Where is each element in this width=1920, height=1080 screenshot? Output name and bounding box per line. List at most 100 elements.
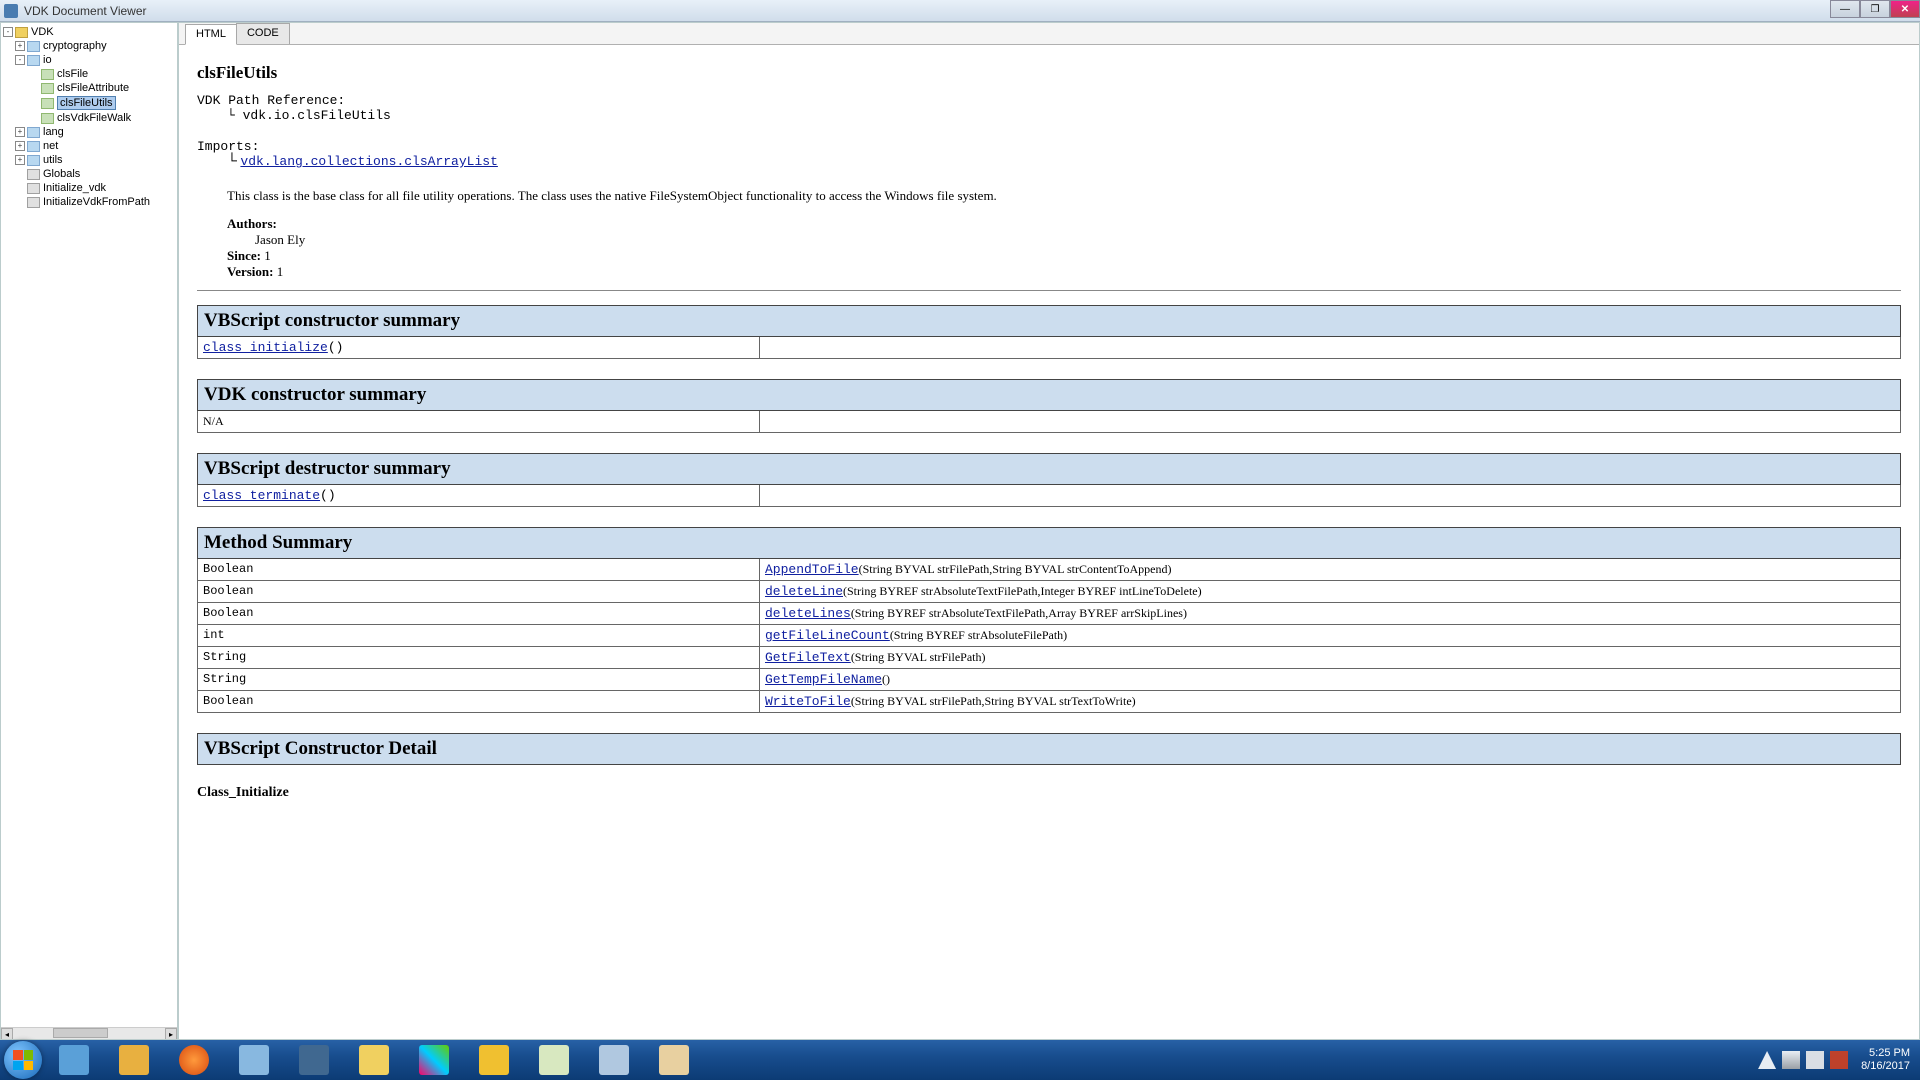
tree-node-root[interactable]: - VDK <box>1 25 177 39</box>
gear-icon <box>599 1045 629 1075</box>
table-title: VBScript destructor summary <box>198 454 1901 485</box>
table-row: BooleandeleteLines(String BYREF strAbsol… <box>198 603 1901 625</box>
method-link[interactable]: AppendToFile <box>765 562 859 577</box>
imports-label: Imports: <box>197 139 1901 154</box>
collapse-icon[interactable]: - <box>3 27 13 37</box>
cube-icon <box>59 1045 89 1075</box>
tab-code[interactable]: CODE <box>236 23 290 44</box>
return-type: Boolean <box>198 581 760 603</box>
system-tray: 5:25 PM 8/16/2017 <box>1755 1047 1916 1073</box>
divider <box>197 290 1901 291</box>
tree-node-initialize-vdk[interactable]: Initialize_vdk <box>1 181 177 195</box>
package-icon <box>27 127 40 138</box>
taskbar-app-8[interactable] <box>466 1041 522 1079</box>
cube-dark-icon <box>299 1045 329 1075</box>
method-params: (String BYVAL strFilePath) <box>851 650 986 664</box>
tree-horizontal-scrollbar[interactable]: ◂ ▸ <box>1 1027 177 1039</box>
package-icon <box>27 41 40 52</box>
tree-node-utils[interactable]: + utils <box>1 153 177 167</box>
class-icon <box>41 113 54 124</box>
tree-node-lang[interactable]: + lang <box>1 125 177 139</box>
folder-icon <box>15 27 28 38</box>
doc-icon <box>27 183 40 194</box>
folder-icon <box>359 1045 389 1075</box>
windows-taskbar: 5:25 PM 8/16/2017 <box>0 1040 1920 1080</box>
taskbar-firefox[interactable] <box>166 1041 222 1079</box>
tree-node-io[interactable]: - io <box>1 53 177 67</box>
class-description: This class is the base class for all fil… <box>227 188 1901 204</box>
expand-icon[interactable]: + <box>15 127 25 137</box>
window-titlebar: VDK Document Viewer — ❐ ✕ <box>0 0 1920 22</box>
scroll-left-button[interactable]: ◂ <box>1 1028 13 1040</box>
windows-logo-icon <box>13 1050 33 1070</box>
taskbar-app-10[interactable] <box>586 1041 642 1079</box>
tray-network-icon[interactable] <box>1782 1051 1800 1069</box>
close-button[interactable]: ✕ <box>1890 0 1920 18</box>
tree-node-clsfileutils[interactable]: clsFileUtils <box>1 95 177 111</box>
version-value: 1 <box>277 264 284 279</box>
vbscript-constructor-summary-table: VBScript constructor summary class_initi… <box>197 305 1901 359</box>
vbscript-destructor-summary-table: VBScript destructor summary class_termin… <box>197 453 1901 507</box>
return-type: Boolean <box>198 691 760 713</box>
tree-node-initialize-vdk-from-path[interactable]: InitializeVdkFromPath <box>1 195 177 209</box>
method-link[interactable]: WriteToFile <box>765 694 851 709</box>
maximize-button[interactable]: ❐ <box>1860 0 1890 18</box>
scroll-right-button[interactable]: ▸ <box>165 1028 177 1040</box>
since-label: Since: <box>227 248 261 263</box>
taskbar-app-4[interactable] <box>226 1041 282 1079</box>
taskbar-app-2[interactable] <box>106 1041 162 1079</box>
path-reference-label: VDK Path Reference: <box>197 93 1901 108</box>
taskbar-paint[interactable] <box>646 1041 702 1079</box>
method-link[interactable]: deleteLine <box>765 584 843 599</box>
tree-node-clsfileattribute[interactable]: clsFileAttribute <box>1 81 177 95</box>
table-title: VBScript constructor summary <box>198 306 1901 337</box>
firefox-icon <box>179 1045 209 1075</box>
minimize-button[interactable]: — <box>1830 0 1860 18</box>
package-icon <box>27 55 40 66</box>
import-link[interactable]: vdk.lang.collections.clsArrayList <box>240 154 497 169</box>
table-row: BooleandeleteLine(String BYREF strAbsolu… <box>198 581 1901 603</box>
version-label: Version: <box>227 264 273 279</box>
scroll-thumb[interactable] <box>53 1028 108 1038</box>
tray-flag-icon[interactable] <box>1830 1051 1848 1069</box>
destructor-link[interactable]: class_terminate <box>203 488 320 503</box>
expand-icon[interactable]: + <box>15 41 25 51</box>
tree-node-net[interactable]: + net <box>1 139 177 153</box>
class-icon <box>41 69 54 80</box>
method-link[interactable]: deleteLines <box>765 606 851 621</box>
clock-date: 8/16/2017 <box>1861 1060 1910 1073</box>
documentation-content[interactable]: clsFileUtils VDK Path Reference: vdk.io.… <box>179 45 1919 1039</box>
taskbar-explorer[interactable] <box>346 1041 402 1079</box>
clock-time: 5:25 PM <box>1861 1047 1910 1060</box>
method-link[interactable]: getFileLineCount <box>765 628 890 643</box>
method-params: () <box>882 672 890 686</box>
expand-icon[interactable]: + <box>15 155 25 165</box>
taskbar-app-5[interactable] <box>286 1041 342 1079</box>
app-icon <box>4 4 18 18</box>
return-type: String <box>198 669 760 691</box>
return-type: String <box>198 647 760 669</box>
return-type: Boolean <box>198 559 760 581</box>
paint-icon <box>659 1045 689 1075</box>
taskbar-app-1[interactable] <box>46 1041 102 1079</box>
expand-icon[interactable]: + <box>15 141 25 151</box>
method-link[interactable]: GetFileText <box>765 650 851 665</box>
table-row: BooleanAppendToFile(String BYVAL strFile… <box>198 559 1901 581</box>
tray-show-hidden-icon[interactable] <box>1758 1051 1776 1069</box>
taskbar-app-7[interactable] <box>406 1041 462 1079</box>
return-type: int <box>198 625 760 647</box>
path-reference-value: vdk.io.clsFileUtils <box>227 108 1901 123</box>
taskbar-clock[interactable]: 5:25 PM 8/16/2017 <box>1861 1047 1910 1073</box>
table-row: intgetFileLineCount(String BYREF strAbso… <box>198 625 1901 647</box>
tab-html[interactable]: HTML <box>185 24 237 45</box>
start-button[interactable] <box>4 1041 42 1079</box>
method-link[interactable]: GetTempFileName <box>765 672 882 687</box>
tree-node-clsfile[interactable]: clsFile <box>1 67 177 81</box>
collapse-icon[interactable]: - <box>15 55 25 65</box>
taskbar-app-9[interactable] <box>526 1041 582 1079</box>
constructor-link[interactable]: class_initialize <box>203 340 328 355</box>
tree-node-globals[interactable]: Globals <box>1 167 177 181</box>
tree-node-clsvdkfilewalk[interactable]: clsVdkFileWalk <box>1 111 177 125</box>
tray-volume-icon[interactable] <box>1806 1051 1824 1069</box>
tree-node-cryptography[interactable]: + cryptography <box>1 39 177 53</box>
